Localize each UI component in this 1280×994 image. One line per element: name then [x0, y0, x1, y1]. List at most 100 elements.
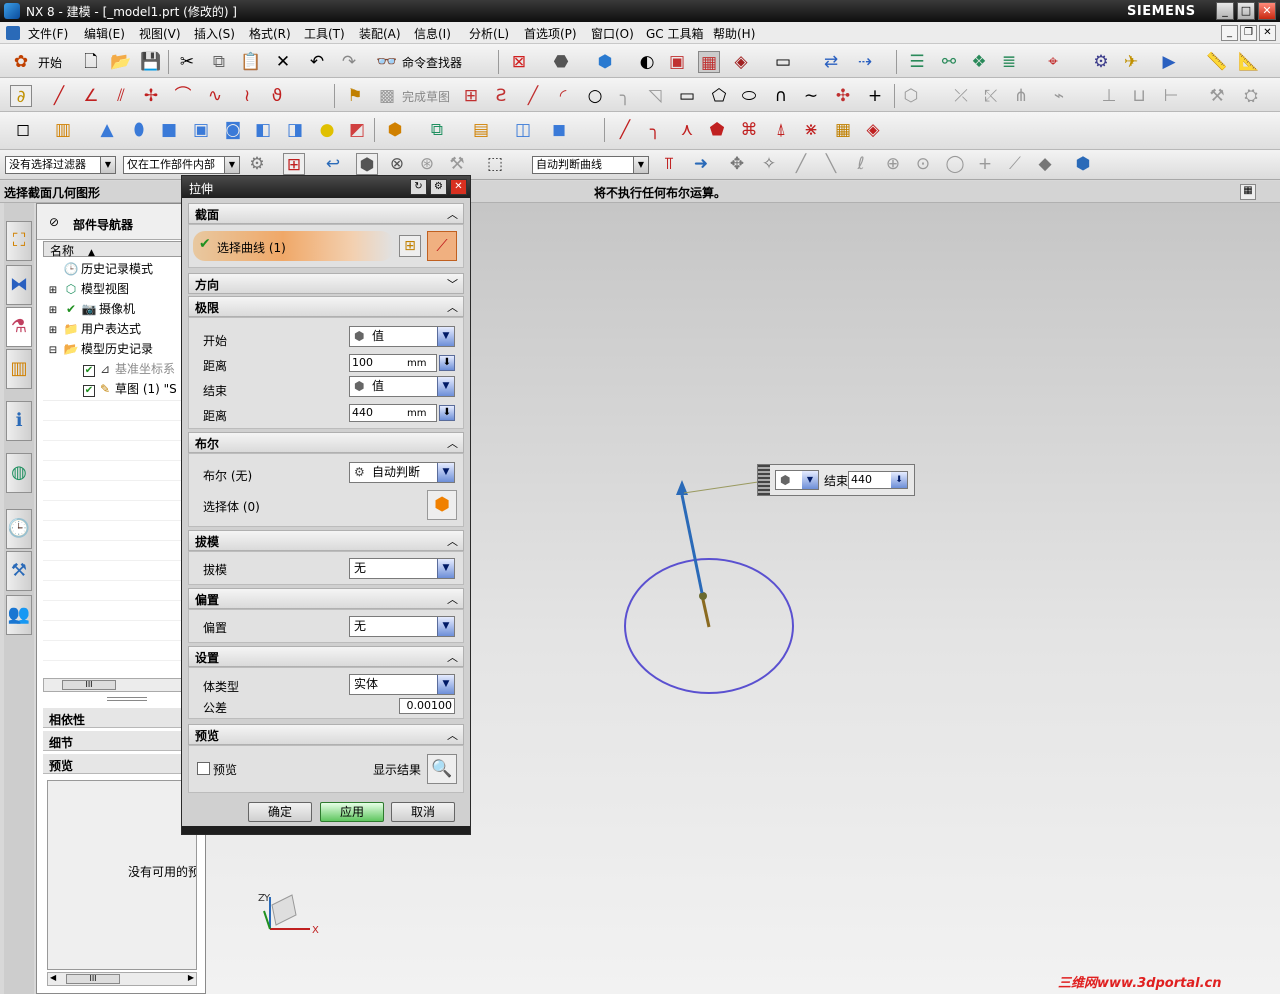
- menu-assembly[interactable]: 装配(A): [359, 25, 401, 42]
- menu-view[interactable]: 视图(V): [139, 25, 181, 42]
- sketch-section-icon[interactable]: ⊞: [399, 235, 421, 257]
- select-face-icon[interactable]: ⊗: [386, 153, 408, 175]
- circle-icon[interactable]: ○: [584, 85, 606, 107]
- offset-3d-icon[interactable]: ⌘: [738, 119, 760, 141]
- chamfer-icon[interactable]: ◹: [644, 85, 666, 107]
- rect-select-icon[interactable]: ⬚: [484, 153, 506, 175]
- boolean-dropdown[interactable]: ⚙ 自动判断 ▼: [349, 462, 455, 483]
- select-area-icon[interactable]: ⊞: [283, 153, 305, 175]
- ok-button[interactable]: 确定: [248, 802, 312, 822]
- fit-view-icon[interactable]: ⊠: [508, 51, 530, 73]
- tree-item-history-mode[interactable]: · 🕒 历史记录模式: [45, 260, 153, 277]
- delete-icon[interactable]: ✕: [272, 51, 294, 73]
- extract-icon[interactable]: ◈: [862, 119, 884, 141]
- section-group-header[interactable]: 截面 ︿: [188, 203, 464, 224]
- system-materials-tab[interactable]: ⚒: [6, 551, 32, 591]
- paste-icon[interactable]: 📋: [240, 51, 262, 73]
- alternate-icon[interactable]: ⛭: [1240, 85, 1262, 107]
- stop-at-intersection-icon[interactable]: ⫪: [658, 153, 680, 175]
- snap-existing-icon[interactable]: ⊙: [912, 153, 934, 175]
- sketch-profile-icon[interactable]: ⊞: [460, 85, 482, 107]
- cue-options-icon[interactable]: ▦: [1240, 184, 1256, 200]
- tree-item-model-views[interactable]: ⊞ ⬡ 模型视图: [45, 280, 129, 297]
- close-window-button[interactable]: ✕: [1258, 2, 1276, 20]
- copy-icon[interactable]: ⧉: [208, 51, 230, 73]
- menu-edit[interactable]: 编辑(E): [84, 25, 125, 42]
- part-navigator-tab[interactable]: ⚗: [6, 307, 32, 347]
- arc-icon[interactable]: ⌒: [172, 85, 194, 107]
- move-layer-icon[interactable]: ≣: [998, 51, 1020, 73]
- curve-network-icon[interactable]: ⬟: [706, 119, 728, 141]
- sketch-plane-icon[interactable]: ◻: [12, 119, 34, 141]
- ruler-icon[interactable]: 📏: [1206, 51, 1228, 73]
- reuse-library-tab[interactable]: ▥: [6, 349, 32, 389]
- start-icon[interactable]: ✿: [10, 51, 32, 73]
- rectangle-icon[interactable]: ▭: [676, 85, 698, 107]
- protractor-icon[interactable]: 📐: [1238, 51, 1260, 73]
- snap-curve-icon[interactable]: ⟋: [1004, 153, 1026, 175]
- snap-circle-icon[interactable]: ◯: [944, 153, 966, 175]
- snap-point-icon[interactable]: +: [974, 153, 996, 175]
- menu-tools[interactable]: 工具(T): [304, 25, 345, 42]
- freeform-icon[interactable]: ϑ: [266, 85, 288, 107]
- constraint-icon[interactable]: ⌁: [1048, 85, 1070, 107]
- preview-group-header[interactable]: 预览 ︿: [188, 724, 464, 745]
- trim-body-icon[interactable]: ▤: [470, 119, 492, 141]
- undo-selection-icon[interactable]: ↩: [322, 153, 344, 175]
- boolean-group-header[interactable]: 布尔 ︿: [188, 432, 464, 453]
- dialog-close-icon[interactable]: ✕: [450, 179, 467, 195]
- sketch-orient-icon[interactable]: ∂: [10, 85, 32, 107]
- body-type-dropdown[interactable]: 实体 ▼: [349, 674, 455, 695]
- start-distance-menu-icon[interactable]: ⬇: [439, 355, 455, 371]
- draft-group-header[interactable]: 拔模 ︿: [188, 530, 464, 551]
- save-icon[interactable]: 💾: [140, 51, 162, 73]
- background-icon[interactable]: ▭: [772, 51, 794, 73]
- select-curve-row[interactable]: ✔ 选择曲线 (1): [193, 231, 393, 261]
- settings-group-header[interactable]: 设置 ︿: [188, 646, 464, 667]
- clock-tab[interactable]: 🕒: [6, 509, 32, 549]
- polygon-icon[interactable]: ⬠: [708, 85, 730, 107]
- snap-endpoint-icon[interactable]: ✥: [726, 153, 748, 175]
- render-style-icon[interactable]: ◐: [636, 51, 658, 73]
- tree-item-user-expressions[interactable]: ⊞ 📁 用户表达式: [45, 320, 141, 337]
- constraint-navigator-tab[interactable]: ⧓: [6, 265, 32, 305]
- sphere-icon[interactable]: ●: [316, 119, 338, 141]
- dimension-icon[interactable]: ⊥: [1098, 85, 1120, 107]
- plus-point-icon[interactable]: +: [864, 85, 886, 107]
- point-icon[interactable]: ✣: [832, 85, 854, 107]
- preview-checkbox[interactable]: [197, 762, 210, 775]
- scope-dropdown[interactable]: 仅在工作部件内部 ▼: [123, 156, 240, 174]
- doc-restore-button[interactable]: ❐: [1240, 25, 1257, 41]
- snap-midpoint-icon[interactable]: ✧: [758, 153, 780, 175]
- extend-icon[interactable]: ⤪: [980, 85, 1002, 107]
- draft-arc-icon[interactable]: ╮: [644, 119, 666, 141]
- offset-curve-icon[interactable]: ⬡: [900, 85, 922, 107]
- curve-icon[interactable]: ≀: [236, 85, 258, 107]
- menu-help[interactable]: 帮助(H): [713, 25, 755, 42]
- sketch-arc-icon[interactable]: ◜: [552, 85, 574, 107]
- line-icon[interactable]: ╱: [48, 85, 70, 107]
- shaded-cube-icon[interactable]: ⬢: [594, 51, 616, 73]
- filter-settings-icon[interactable]: ⚙: [246, 153, 268, 175]
- boss-icon[interactable]: ▣: [190, 119, 212, 141]
- active-view-icon[interactable]: ▦: [698, 51, 720, 73]
- menu-format[interactable]: 格式(R): [249, 25, 291, 42]
- web-browser-tab[interactable]: ℹ: [6, 401, 32, 441]
- spline-icon[interactable]: ∿: [204, 85, 226, 107]
- history-palette-tab[interactable]: ◍: [6, 453, 32, 493]
- select-edge-icon[interactable]: ⊛: [416, 153, 438, 175]
- offset-line-icon[interactable]: ⫽: [110, 85, 132, 107]
- cut-icon[interactable]: ✂: [176, 51, 198, 73]
- snap-arc-center-icon[interactable]: ℓ: [850, 153, 872, 175]
- roles-tab[interactable]: 👥: [6, 595, 32, 635]
- finish-sketch-label[interactable]: 完成草图: [402, 88, 450, 105]
- layer-move-icon[interactable]: ⇄: [820, 51, 842, 73]
- relations-icon[interactable]: ⚒: [1206, 85, 1228, 107]
- fillet-icon[interactable]: ╮: [614, 85, 636, 107]
- project-icon[interactable]: ⍋: [770, 119, 792, 141]
- preview-hscrollbar[interactable]: ◀ III ▶: [47, 972, 197, 986]
- menu-gc-toolbox[interactable]: GC 工具箱: [646, 25, 704, 42]
- tree-item-cameras[interactable]: ⊞ ✔ 📷 摄像机: [45, 300, 135, 317]
- pattern-icon[interactable]: ⬢: [384, 119, 406, 141]
- finish-sketch-icon[interactable]: ⚑: [344, 85, 366, 107]
